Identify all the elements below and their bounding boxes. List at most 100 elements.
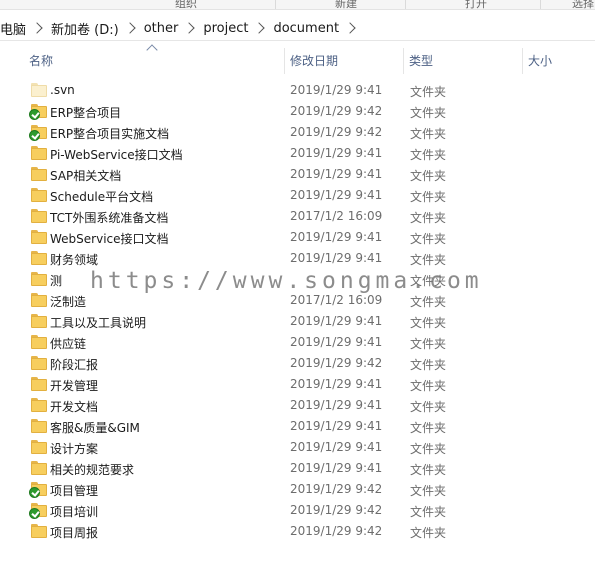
file-row[interactable]: 相关的规范要求 2019/1/29 9:41 文件夹 — [0, 458, 595, 479]
file-name[interactable]: 工具以及工具说明 — [50, 314, 146, 331]
file-modified-date: 2019/1/29 9:41 — [290, 167, 383, 181]
folder-icon — [31, 314, 47, 328]
breadcrumb-item-document[interactable]: document — [272, 21, 340, 36]
file-name[interactable]: 测 — [50, 272, 62, 289]
ribbon-strip: 组织 新建 打开 选择 — [0, 0, 595, 10]
file-row[interactable]: ERP整合项目实施文档 2019/1/29 9:42 文件夹 — [0, 122, 595, 143]
file-type: 文件夹 — [410, 127, 447, 141]
chevron-right-icon[interactable] — [344, 22, 356, 34]
ribbon-group-label: 组织 — [175, 0, 197, 10]
file-modified-date: 2019/1/29 9:41 — [290, 461, 383, 475]
file-row[interactable]: 项目管理 2019/1/29 9:42 文件夹 — [0, 479, 595, 500]
sync-status-check-icon — [29, 130, 40, 141]
file-type: 文件夹 — [410, 400, 447, 414]
file-modified-date: 2019/1/29 9:41 — [290, 251, 383, 265]
column-header-size[interactable]: 大小 — [523, 46, 595, 76]
file-row[interactable]: Schedule平台文档 2019/1/29 9:41 文件夹 — [0, 185, 595, 206]
breadcrumb-item-computer[interactable]: 电脑 — [0, 19, 27, 38]
file-row[interactable]: 工具以及工具说明 2019/1/29 9:41 文件夹 — [0, 311, 595, 332]
file-type: 文件夹 — [410, 337, 447, 351]
sync-status-check-icon — [29, 109, 40, 120]
file-type: 文件夹 — [410, 421, 447, 435]
column-header-type[interactable]: 类型 — [404, 46, 522, 76]
file-modified-date: 2019/1/29 9:41 — [290, 314, 383, 328]
file-modified-date: 2019/1/29 9:42 — [290, 482, 383, 496]
file-row[interactable]: 项目周报 2019/1/29 9:42 文件夹 — [0, 521, 595, 542]
breadcrumb-item-other[interactable]: other — [143, 21, 180, 36]
file-modified-date: 2019/1/29 9:41 — [290, 440, 383, 454]
chevron-right-icon[interactable] — [253, 22, 266, 34]
file-name[interactable]: 供应链 — [50, 335, 86, 352]
file-row[interactable]: 设计方案 2019/1/29 9:41 文件夹 — [0, 437, 595, 458]
folder-icon — [31, 440, 47, 454]
address-bar[interactable]: 电脑 新加卷 (D:) other project document — [0, 15, 595, 41]
file-modified-date: 2019/1/29 9:41 — [290, 377, 383, 391]
file-name[interactable]: 相关的规范要求 — [50, 461, 134, 478]
file-row[interactable]: TCT外围系统准备文档 2017/1/2 16:09 文件夹 — [0, 206, 595, 227]
ribbon-group-label: 选择 — [572, 0, 594, 10]
file-name[interactable]: Pi-WebService接口文档 — [50, 146, 183, 163]
file-modified-date: 2019/1/29 9:42 — [290, 125, 383, 139]
file-list: .svn 2019/1/29 9:41 文件夹 ERP整合项目 2019/1/29 9:… — [0, 80, 595, 542]
file-modified-date: 2019/1/29 9:41 — [290, 188, 383, 202]
breadcrumb-item-project[interactable]: project — [202, 21, 249, 36]
file-row[interactable]: 测 文件夹 — [0, 269, 595, 290]
file-row[interactable]: 客服&质量&GIM 2019/1/29 9:41 文件夹 — [0, 416, 595, 437]
column-header-date[interactable]: 修改日期 — [285, 46, 403, 76]
file-type: 文件夹 — [410, 484, 447, 498]
file-row[interactable]: WebService接口文档 2019/1/29 9:41 文件夹 — [0, 227, 595, 248]
file-row[interactable]: 供应链 2019/1/29 9:41 文件夹 — [0, 332, 595, 353]
file-type: 文件夹 — [410, 148, 447, 162]
file-row[interactable]: ERP整合项目 2019/1/29 9:42 文件夹 — [0, 101, 595, 122]
folder-icon — [31, 377, 47, 391]
file-row[interactable]: 项目培训 2019/1/29 9:42 文件夹 — [0, 500, 595, 521]
ribbon-separator — [405, 0, 406, 9]
file-name[interactable]: 阶段汇报 — [50, 356, 98, 373]
file-name[interactable]: 项目管理 — [50, 482, 98, 499]
file-type: 文件夹 — [410, 85, 447, 99]
file-row[interactable]: .svn 2019/1/29 9:41 文件夹 — [0, 80, 595, 101]
file-row[interactable]: 财务领域 2019/1/29 9:41 文件夹 — [0, 248, 595, 269]
folder-icon — [31, 419, 47, 433]
breadcrumb: 电脑 新加卷 (D:) other project document — [0, 19, 363, 38]
file-modified-date: 2019/1/29 9:42 — [290, 104, 383, 118]
file-name[interactable]: TCT外围系统准备文档 — [50, 209, 168, 226]
ribbon-separator — [275, 0, 276, 9]
file-row[interactable]: 泛制造 2017/1/2 16:09 文件夹 — [0, 290, 595, 311]
file-name[interactable]: SAP相关文档 — [50, 167, 121, 184]
file-modified-date: 2019/1/29 9:42 — [290, 503, 383, 517]
file-row[interactable]: 阶段汇报 2019/1/29 9:42 文件夹 — [0, 353, 595, 374]
file-type: 文件夹 — [410, 316, 447, 330]
file-name[interactable]: 财务领域 — [50, 251, 98, 268]
sync-status-check-icon — [29, 508, 40, 519]
file-name[interactable]: 项目培训 — [50, 503, 98, 520]
folder-icon — [31, 524, 47, 538]
file-row[interactable]: SAP相关文档 2019/1/29 9:41 文件夹 — [0, 164, 595, 185]
file-row[interactable]: Pi-WebService接口文档 2019/1/29 9:41 文件夹 — [0, 143, 595, 164]
file-row[interactable]: 开发管理 2019/1/29 9:41 文件夹 — [0, 374, 595, 395]
file-name[interactable]: 设计方案 — [50, 440, 98, 457]
file-name[interactable]: 客服&质量&GIM — [50, 419, 140, 436]
column-header-name[interactable]: 名称 — [24, 46, 284, 76]
file-name[interactable]: 泛制造 — [50, 293, 86, 310]
file-modified-date: 2017/1/2 16:09 — [290, 209, 383, 223]
file-type: 文件夹 — [410, 211, 447, 225]
file-row[interactable]: 开发文档 2019/1/29 9:41 文件夹 — [0, 395, 595, 416]
file-name[interactable]: 开发管理 — [50, 377, 98, 394]
folder-hidden-icon — [31, 83, 47, 97]
chevron-right-icon[interactable] — [31, 22, 43, 34]
file-name[interactable]: ERP整合项目 — [50, 104, 121, 121]
file-name[interactable]: WebService接口文档 — [50, 230, 169, 247]
chevron-right-icon[interactable] — [124, 22, 136, 34]
file-name[interactable]: .svn — [50, 83, 75, 97]
file-name[interactable]: 项目周报 — [50, 524, 98, 541]
breadcrumb-item-drive[interactable]: 新加卷 (D:) — [50, 19, 120, 38]
chevron-right-icon[interactable] — [183, 22, 195, 34]
file-name[interactable]: ERP整合项目实施文档 — [50, 125, 169, 142]
folder-icon — [31, 209, 47, 223]
file-name[interactable]: Schedule平台文档 — [50, 188, 153, 205]
file-type: 文件夹 — [410, 442, 447, 456]
folder-icon — [31, 230, 47, 244]
file-name[interactable]: 开发文档 — [50, 398, 98, 415]
file-type: 文件夹 — [410, 232, 447, 246]
